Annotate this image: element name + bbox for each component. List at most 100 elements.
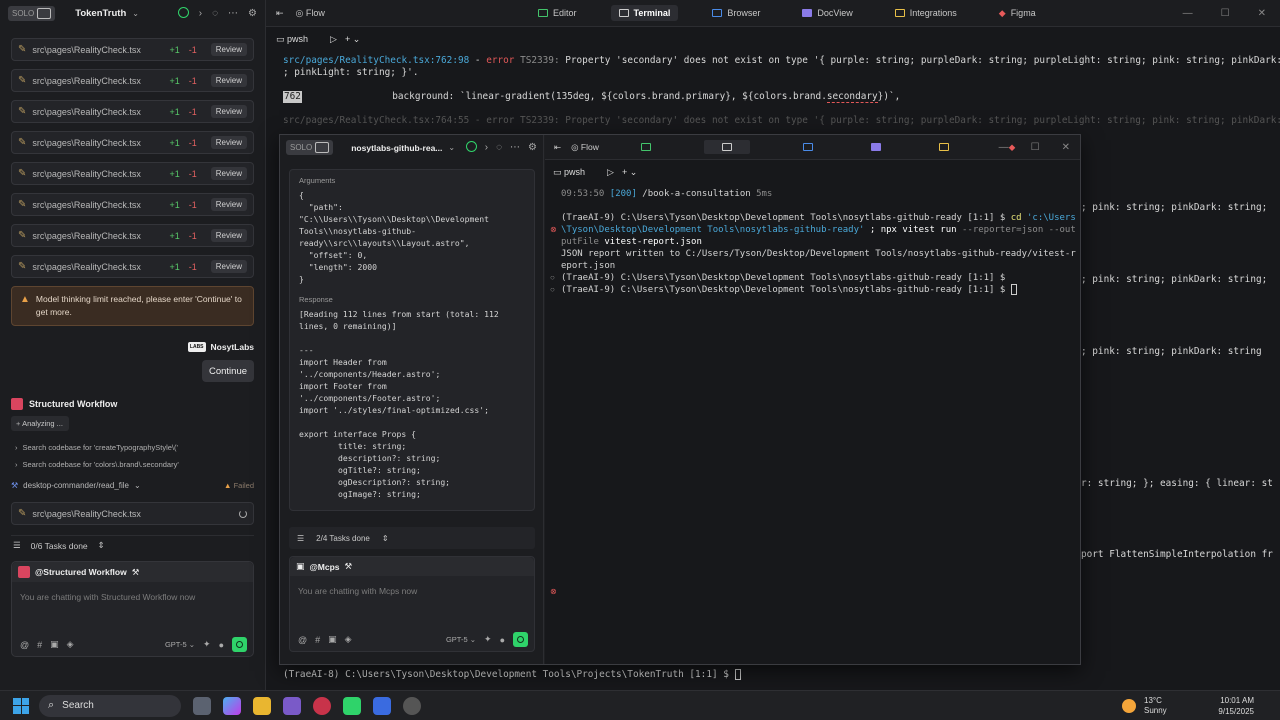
file-item[interactable]: ✎ src\pages\RealityCheck.tsx +1 -1 Review <box>11 69 254 92</box>
file-item[interactable]: ✎ src\pages\RealityCheck.tsx +1 -1 Review <box>11 38 254 61</box>
vscode-icon[interactable] <box>373 696 391 715</box>
more-icon[interactable]: ⋯ <box>228 8 238 19</box>
chat-app-icon[interactable] <box>283 696 301 715</box>
hash-icon[interactable]: # <box>37 640 42 650</box>
minimize-icon[interactable]: — <box>1183 8 1193 19</box>
terminal-tab[interactable]: ▭ pwsh <box>553 167 585 178</box>
close-icon[interactable]: ✕ <box>1062 142 1070 153</box>
review-button[interactable]: Review <box>210 198 247 211</box>
mic-icon[interactable]: ● <box>219 640 224 650</box>
minimize-icon[interactable]: — <box>999 142 1009 153</box>
review-button[interactable]: Review <box>210 105 247 118</box>
more-icon[interactable]: ⋯ <box>510 142 520 153</box>
file-item[interactable]: ✎ src\pages\RealityCheck.tsx +1 -1 Review <box>11 131 254 154</box>
close-icon[interactable]: ✕ <box>1258 8 1266 19</box>
review-button[interactable]: Review <box>210 167 247 180</box>
trae-icon[interactable] <box>343 696 361 715</box>
mic-icon[interactable]: ● <box>500 635 505 645</box>
image-icon[interactable]: ▣ <box>328 634 337 645</box>
send-button[interactable] <box>513 632 528 647</box>
chevron-down-icon[interactable]: ⌄ <box>448 143 455 152</box>
figma-icon[interactable]: ◈ <box>67 639 74 650</box>
copilot-icon[interactable] <box>223 696 241 715</box>
tab-editor[interactable] <box>636 140 656 154</box>
tasks-bar[interactable]: ☰ 0/6 Tasks done ⇕ <box>11 535 254 555</box>
sparkle-icon[interactable]: ✦ <box>484 634 492 645</box>
model-select[interactable]: GPT-5 ⌄ <box>446 635 476 644</box>
chat-icon[interactable]: ◌ <box>212 8 218 19</box>
send-button[interactable] <box>232 637 247 652</box>
mention-icon[interactable]: @ <box>20 640 29 650</box>
solo-toggle[interactable]: SOLO <box>8 6 56 21</box>
maximize-icon[interactable]: ☐ <box>1221 8 1230 19</box>
terminal-tab[interactable]: ▭ pwsh <box>276 34 308 45</box>
settings-icon[interactable]: ⚙ <box>248 8 257 19</box>
run-icon[interactable]: ▷ <box>607 167 614 178</box>
terminal-output[interactable]: src/pages/RealityCheck.tsx:762:98 - erro… <box>266 51 1280 127</box>
review-button[interactable]: Review <box>210 260 247 273</box>
maximize-icon[interactable]: ☐ <box>1031 142 1040 153</box>
add-terminal-icon[interactable]: + ⌄ <box>345 34 360 45</box>
file-explorer-icon[interactable] <box>253 696 271 715</box>
workspace-name[interactable]: TokenTruth <box>75 8 126 19</box>
file-item[interactable]: ✎ src\pages\RealityCheck.tsx +1 -1 Review <box>11 193 254 216</box>
review-button[interactable]: Review <box>210 136 247 149</box>
tab-docview[interactable]: DocView <box>794 5 860 21</box>
review-button[interactable]: Review <box>210 74 247 87</box>
run-icon[interactable]: ▷ <box>330 34 337 45</box>
tab-browser[interactable] <box>798 140 818 154</box>
taskbar-search[interactable]: ⌕ Search <box>39 694 181 717</box>
weather-widget[interactable]: 13°C Sunny <box>1122 696 1167 716</box>
tab-figma[interactable]: ◆ Figma <box>991 5 1044 22</box>
settings-icon[interactable]: ⚙ <box>528 142 537 153</box>
figma-icon[interactable]: ◈ <box>345 634 352 645</box>
image-icon[interactable]: ▣ <box>50 639 59 650</box>
github-icon[interactable] <box>403 696 421 715</box>
file-item[interactable]: ✎ src\pages\RealityCheck.tsx +1 -1 Review <box>11 224 254 247</box>
chat-input-box[interactable]: ▣ @Mcps ⚒ You are chatting with Mcps now @… <box>289 556 535 652</box>
chat-input[interactable]: You are chatting with Structured Workflo… <box>12 582 253 612</box>
tasks-bar[interactable]: ☰ 2/4 Tasks done ⇕ <box>289 527 535 549</box>
status-icon[interactable] <box>465 140 477 155</box>
chat-input-box[interactable]: @Structured Workflow ⚒ You are chatting w… <box>11 561 254 657</box>
hash-icon[interactable]: # <box>315 635 320 645</box>
tab-integrations[interactable]: Integrations <box>887 5 965 21</box>
windows-start-icon[interactable] <box>13 697 29 714</box>
file-item[interactable]: ✎ src\pages\RealityCheck.tsx +1 -1 Review <box>11 255 254 278</box>
opera-icon[interactable] <box>313 696 331 715</box>
tab-terminal[interactable]: Terminal <box>610 5 679 21</box>
flow-button[interactable]: ◎ Flow <box>571 142 599 153</box>
chevron-right-icon[interactable]: › <box>199 8 202 19</box>
tab-docview[interactable] <box>866 140 886 154</box>
tab-integrations[interactable] <box>934 140 954 154</box>
file-item[interactable]: ✎ src\pages\RealityCheck.tsx +1 -1 Review <box>11 162 254 185</box>
file-item[interactable]: ✎ src\pages\RealityCheck.tsx +1 -1 Review <box>11 100 254 123</box>
chat-icon[interactable]: ◌ <box>496 142 502 153</box>
chat-input[interactable]: You are chatting with Mcps now <box>290 576 534 606</box>
review-button[interactable]: Review <box>210 43 247 56</box>
sparkle-icon[interactable]: ✦ <box>203 639 211 650</box>
search-step[interactable]: › Search codebase for 'colors\.brand\.sec… <box>15 460 265 469</box>
system-clock[interactable]: 10:01 AM 9/15/2025 <box>1218 695 1254 717</box>
back-icon[interactable]: ⇤ <box>276 8 284 19</box>
tool-call-item[interactable]: ⚒ desktop-commander/read_file ⌄ ▲ Failed <box>11 481 254 490</box>
file-edit-icon: ✎ <box>18 261 27 272</box>
model-select[interactable]: GPT-5 ⌄ <box>165 640 195 649</box>
tab-browser[interactable]: Browser <box>704 5 768 21</box>
back-icon[interactable]: ⇤ <box>554 142 561 153</box>
tab-terminal[interactable] <box>704 140 750 154</box>
chevron-right-icon[interactable]: › <box>485 142 488 153</box>
workspace-name[interactable]: nosytlabs-github-rea... <box>351 143 442 153</box>
flow-button[interactable]: ◎ Flow <box>296 8 325 19</box>
chevron-down-icon[interactable]: ⌄ <box>132 9 139 18</box>
search-step[interactable]: › Search codebase for 'createTypographySt… <box>15 443 265 452</box>
solo-toggle[interactable]: SOLO <box>286 140 334 155</box>
mention-icon[interactable]: @ <box>298 635 307 645</box>
task-view-icon[interactable] <box>193 696 211 715</box>
review-button[interactable]: Review <box>210 229 247 242</box>
file-item-loading[interactable]: ✎ src\pages\RealityCheck.tsx <box>11 502 254 525</box>
status-icon[interactable] <box>177 6 189 21</box>
add-terminal-icon[interactable]: + ⌄ <box>622 167 637 178</box>
terminal-output[interactable]: 09:53:50 [200] /book-a-consultation 5ms … <box>545 184 1080 296</box>
tab-editor[interactable]: Editor <box>530 5 585 21</box>
